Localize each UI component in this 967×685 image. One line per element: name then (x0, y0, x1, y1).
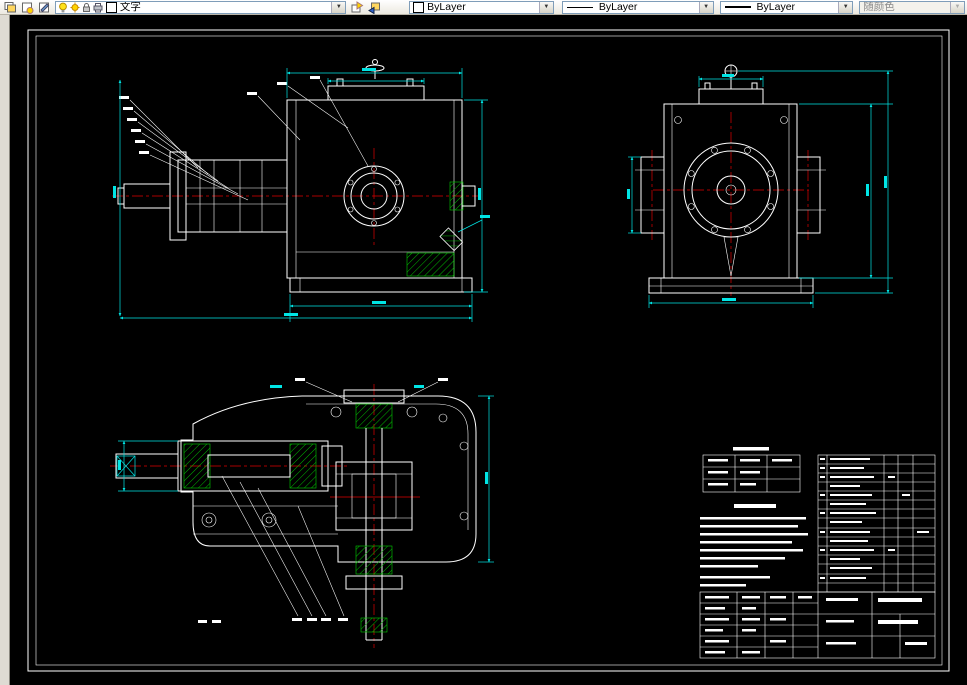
model-space[interactable] (0, 15, 967, 685)
parts-list-table (817, 454, 936, 593)
make-layer-current-icon (351, 0, 364, 12)
front-view-leaders (119, 76, 369, 201)
plan-view-worm-shaft[interactable] (115, 440, 343, 492)
layer-color-chip (105, 1, 117, 13)
layer-tools-icon (38, 2, 50, 12)
layer-properties-icon (4, 1, 16, 12)
main-title-block (699, 591, 936, 659)
layer-on-bulb-icon (59, 2, 67, 12)
linetype-dropdown[interactable]: ByLayer ▼ (561, 0, 714, 14)
layer-thaw-sun-icon (70, 2, 80, 12)
linetype-dropdown-arrow-icon[interactable]: ▼ (698, 1, 713, 13)
layer-previous-icon (368, 2, 381, 14)
drawing-canvas[interactable] (0, 15, 967, 685)
linetype-sample-icon (566, 6, 593, 8)
side-view[interactable] (627, 64, 893, 308)
autocad-window: 文字 ▼ ByLayer ▼ ByLayer ▼ ByLayer ▼ 随颜色 ▼ (0, 0, 967, 685)
title-block-area[interactable] (699, 447, 936, 659)
characteristics-table (702, 447, 801, 493)
sheet-border-frame (27, 29, 950, 672)
window-left-edge (0, 15, 10, 685)
front-view-output-stub[interactable] (449, 181, 476, 211)
layer-dropdown[interactable]: 文字 ▼ (54, 0, 347, 14)
current-layer-name: 文字 (119, 0, 141, 13)
layer-previous-button[interactable] (366, 0, 383, 14)
front-view-dimensions (113, 68, 488, 322)
color-bylayer-chip (413, 1, 425, 13)
plot-style-dropdown: 随颜色 ▼ (859, 0, 966, 14)
color-dropdown-arrow-icon[interactable]: ▼ (538, 1, 553, 13)
layer-plot-printer-icon (93, 2, 103, 12)
front-view-oil-drain[interactable] (406, 215, 490, 277)
color-dropdown[interactable]: ByLayer ▼ (409, 0, 554, 14)
make-object-layer-current-button[interactable] (349, 0, 366, 14)
plan-section-view[interactable] (110, 378, 494, 648)
current-lineweight-value: ByLayer (756, 0, 796, 13)
side-view-dimensions (627, 70, 893, 308)
lineweight-dropdown-arrow-icon[interactable]: ▼ (838, 1, 853, 13)
layer-lock-icon (82, 2, 90, 12)
layer-properties-button[interactable] (2, 0, 19, 14)
layer-states-icon (21, 2, 34, 14)
layer-states-button[interactable] (19, 0, 36, 14)
layer-dropdown-arrow-icon[interactable]: ▼ (331, 1, 346, 13)
front-section-view[interactable] (112, 59, 490, 323)
plan-view-leaders (198, 378, 448, 623)
lineweight-sample-icon (724, 6, 751, 8)
plot-style-dropdown-arrow-icon: ▼ (950, 1, 965, 13)
current-color-value: ByLayer (427, 0, 466, 13)
lineweight-dropdown[interactable]: ByLayer ▼ (719, 0, 854, 14)
layer-tools-button[interactable] (36, 0, 53, 14)
toolbar: 文字 ▼ ByLayer ▼ ByLayer ▼ ByLayer ▼ 随颜色 ▼ (0, 0, 967, 15)
current-plot-style-value: 随颜色 (863, 0, 895, 13)
current-linetype-value: ByLayer (598, 0, 638, 13)
technical-requirements-text (700, 504, 808, 587)
